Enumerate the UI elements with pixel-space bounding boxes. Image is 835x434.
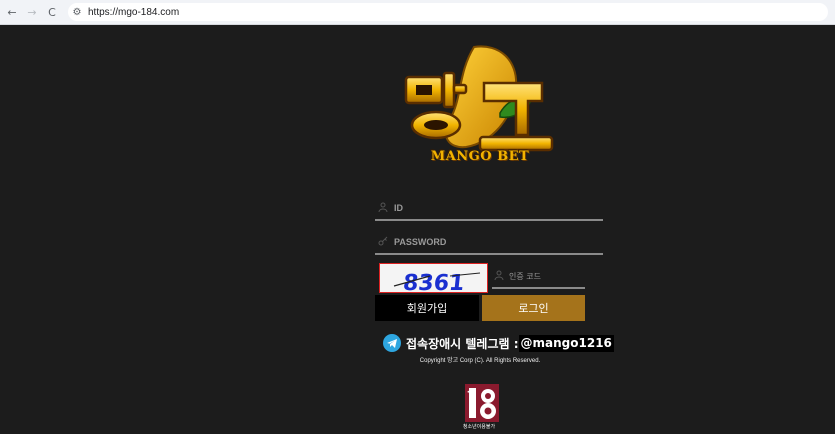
forward-arrow-icon: → xyxy=(27,5,37,19)
user-icon xyxy=(378,202,390,214)
captcha-code-field[interactable] xyxy=(492,265,587,289)
captcha-code-input[interactable] xyxy=(507,270,587,282)
login-button[interactable]: 로그인 xyxy=(482,295,585,321)
telegram-contact[interactable]: 접속장애시 텔레그램 : @mango1216 xyxy=(383,332,614,354)
login-page: MANGO BET 8361 회원가입 로그인 접속장애시 xyxy=(0,25,835,434)
brand-text: MANGO BET xyxy=(430,149,530,164)
reload-button[interactable]: C xyxy=(42,2,62,22)
forward-button[interactable]: → xyxy=(22,2,42,22)
user-icon xyxy=(494,270,504,283)
back-arrow-icon: ← xyxy=(7,5,17,19)
id-input[interactable] xyxy=(392,202,596,214)
telegram-text: 접속장애시 텔레그램 : xyxy=(406,336,519,351)
key-icon xyxy=(378,236,390,248)
url-text: https://mgo-184.com xyxy=(88,6,180,18)
browser-toolbar: ← → C ⚙ https://mgo-184.com xyxy=(0,0,835,25)
site-info-icon[interactable]: ⚙ xyxy=(68,7,86,18)
age-restriction-label: 청소년이용불가 xyxy=(462,424,496,430)
reload-icon: C xyxy=(48,5,56,19)
address-bar[interactable]: ⚙ https://mgo-184.com xyxy=(68,3,828,21)
age-18-icon xyxy=(465,384,499,422)
captcha-noise-lines xyxy=(393,272,481,287)
telegram-handle[interactable]: @mango1216 xyxy=(518,334,614,352)
id-field[interactable] xyxy=(375,197,603,221)
back-button[interactable]: ← xyxy=(2,2,22,22)
password-input[interactable] xyxy=(392,236,596,248)
copyright-text: Copyright 망고 Corp (C). All Rights Reserv… xyxy=(419,358,541,364)
captcha-image[interactable]: 8361 xyxy=(379,263,488,293)
age-restriction-badge: 청소년이용불가 xyxy=(459,382,499,434)
password-field[interactable] xyxy=(375,231,603,255)
telegram-icon xyxy=(383,334,401,352)
signup-button[interactable]: 회원가입 xyxy=(375,295,479,321)
